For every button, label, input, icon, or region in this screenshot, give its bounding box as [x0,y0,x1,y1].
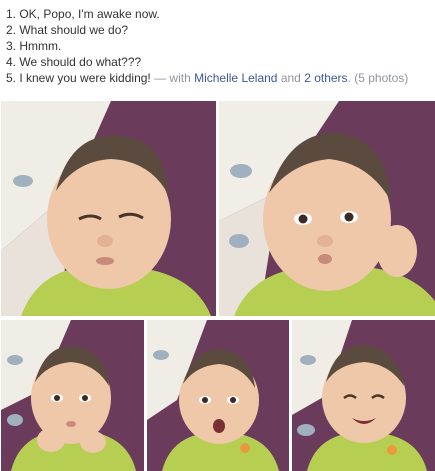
photo-4[interactable] [147,320,289,471]
post-line-1: 1. OK, Popo, I'm awake now. [6,7,160,21]
period-text: . [347,71,351,85]
post-line-4: 4. We should do what??? [6,55,142,69]
photo-2[interactable] [219,101,435,316]
with-prefix: — with [150,71,195,85]
photo-5[interactable] [292,320,435,471]
post-line-5-text: 5. I knew you were kidding! [6,71,151,85]
post-line-2: 2. What should we do? [6,23,129,37]
photo-4-image [147,320,289,471]
photo-grid [0,101,435,471]
photo-3-image [1,320,144,471]
photo-3[interactable] [1,320,144,471]
photo-1-image [1,101,216,316]
tagged-person-link[interactable]: Michelle Leland [194,71,277,85]
photo-2-image [219,101,435,316]
photo-5-image [292,320,435,471]
photo-count: (5 photos) [354,71,409,85]
post-line-3: 3. Hmmm. [6,39,62,53]
others-link[interactable]: 2 others [304,71,347,85]
and-text: and [277,71,305,85]
post-text: 1. OK, Popo, I'm awake now. 2. What shou… [6,6,430,86]
post-line-5: 5. I knew you were kidding! — with Miche… [6,70,430,86]
photo-1[interactable] [1,101,216,316]
